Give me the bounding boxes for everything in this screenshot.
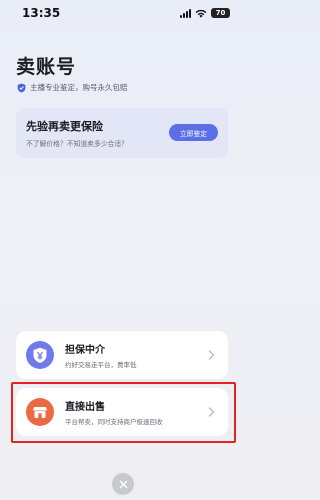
escrow-option-card[interactable]: 担保中介 约好交易走平台，费率低 xyxy=(16,331,228,379)
page-title: 卖账号 xyxy=(16,56,77,78)
battery-icon: 70 xyxy=(211,8,230,18)
page-subtitle: 主播专业鉴定，购号永久包赔 xyxy=(30,83,128,92)
status-time: 13:35 xyxy=(22,6,61,20)
close-icon xyxy=(119,480,127,488)
appraisal-promo-card: 先验再卖更保险 不了解价格？不知道卖多少合适？ 立即鉴定 xyxy=(16,108,228,158)
appraise-now-button[interactable]: 立即鉴定 xyxy=(169,124,218,141)
status-icons: 70 xyxy=(180,7,230,19)
signal-icon xyxy=(180,8,191,18)
close-button[interactable] xyxy=(112,473,134,495)
shield-icon xyxy=(17,83,26,92)
yen-shield-icon xyxy=(26,341,54,369)
escrow-option-title: 担保中介 xyxy=(65,345,105,356)
wifi-icon xyxy=(195,9,207,18)
promo-subtitle: 不了解价格？不知道卖多少合适？ xyxy=(26,140,128,148)
subtitle-row: 主播专业鉴定，购号永久包赔 xyxy=(17,82,128,93)
status-bar: 13:35 70 xyxy=(0,0,244,26)
promo-title: 先验再卖更保险 xyxy=(26,120,103,133)
selection-highlight xyxy=(11,382,236,443)
chevron-right-icon xyxy=(208,350,215,360)
escrow-option-description: 约好交易走平台，费率低 xyxy=(65,361,137,369)
